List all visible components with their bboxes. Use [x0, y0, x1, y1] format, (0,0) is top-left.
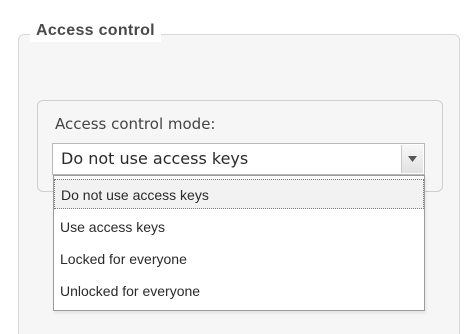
access-control-mode-select[interactable]: Do not use access keys — [52, 143, 425, 175]
chevron-down-icon — [408, 156, 417, 162]
dropdown-arrow-button[interactable] — [401, 145, 423, 173]
access-control-legend: Access control — [30, 20, 161, 42]
select-selected-value: Do not use access keys — [61, 149, 249, 168]
access-control-mode-options: Do not use access keys Use access keys L… — [53, 175, 425, 311]
option-locked-for-everyone[interactable]: Locked for everyone — [54, 244, 424, 274]
access-control-mode-label: Access control mode: — [55, 115, 216, 133]
option-unlocked-for-everyone[interactable]: Unlocked for everyone — [54, 276, 424, 306]
option-do-not-use-access-keys[interactable]: Do not use access keys — [54, 179, 424, 209]
option-use-access-keys[interactable]: Use access keys — [54, 212, 424, 242]
